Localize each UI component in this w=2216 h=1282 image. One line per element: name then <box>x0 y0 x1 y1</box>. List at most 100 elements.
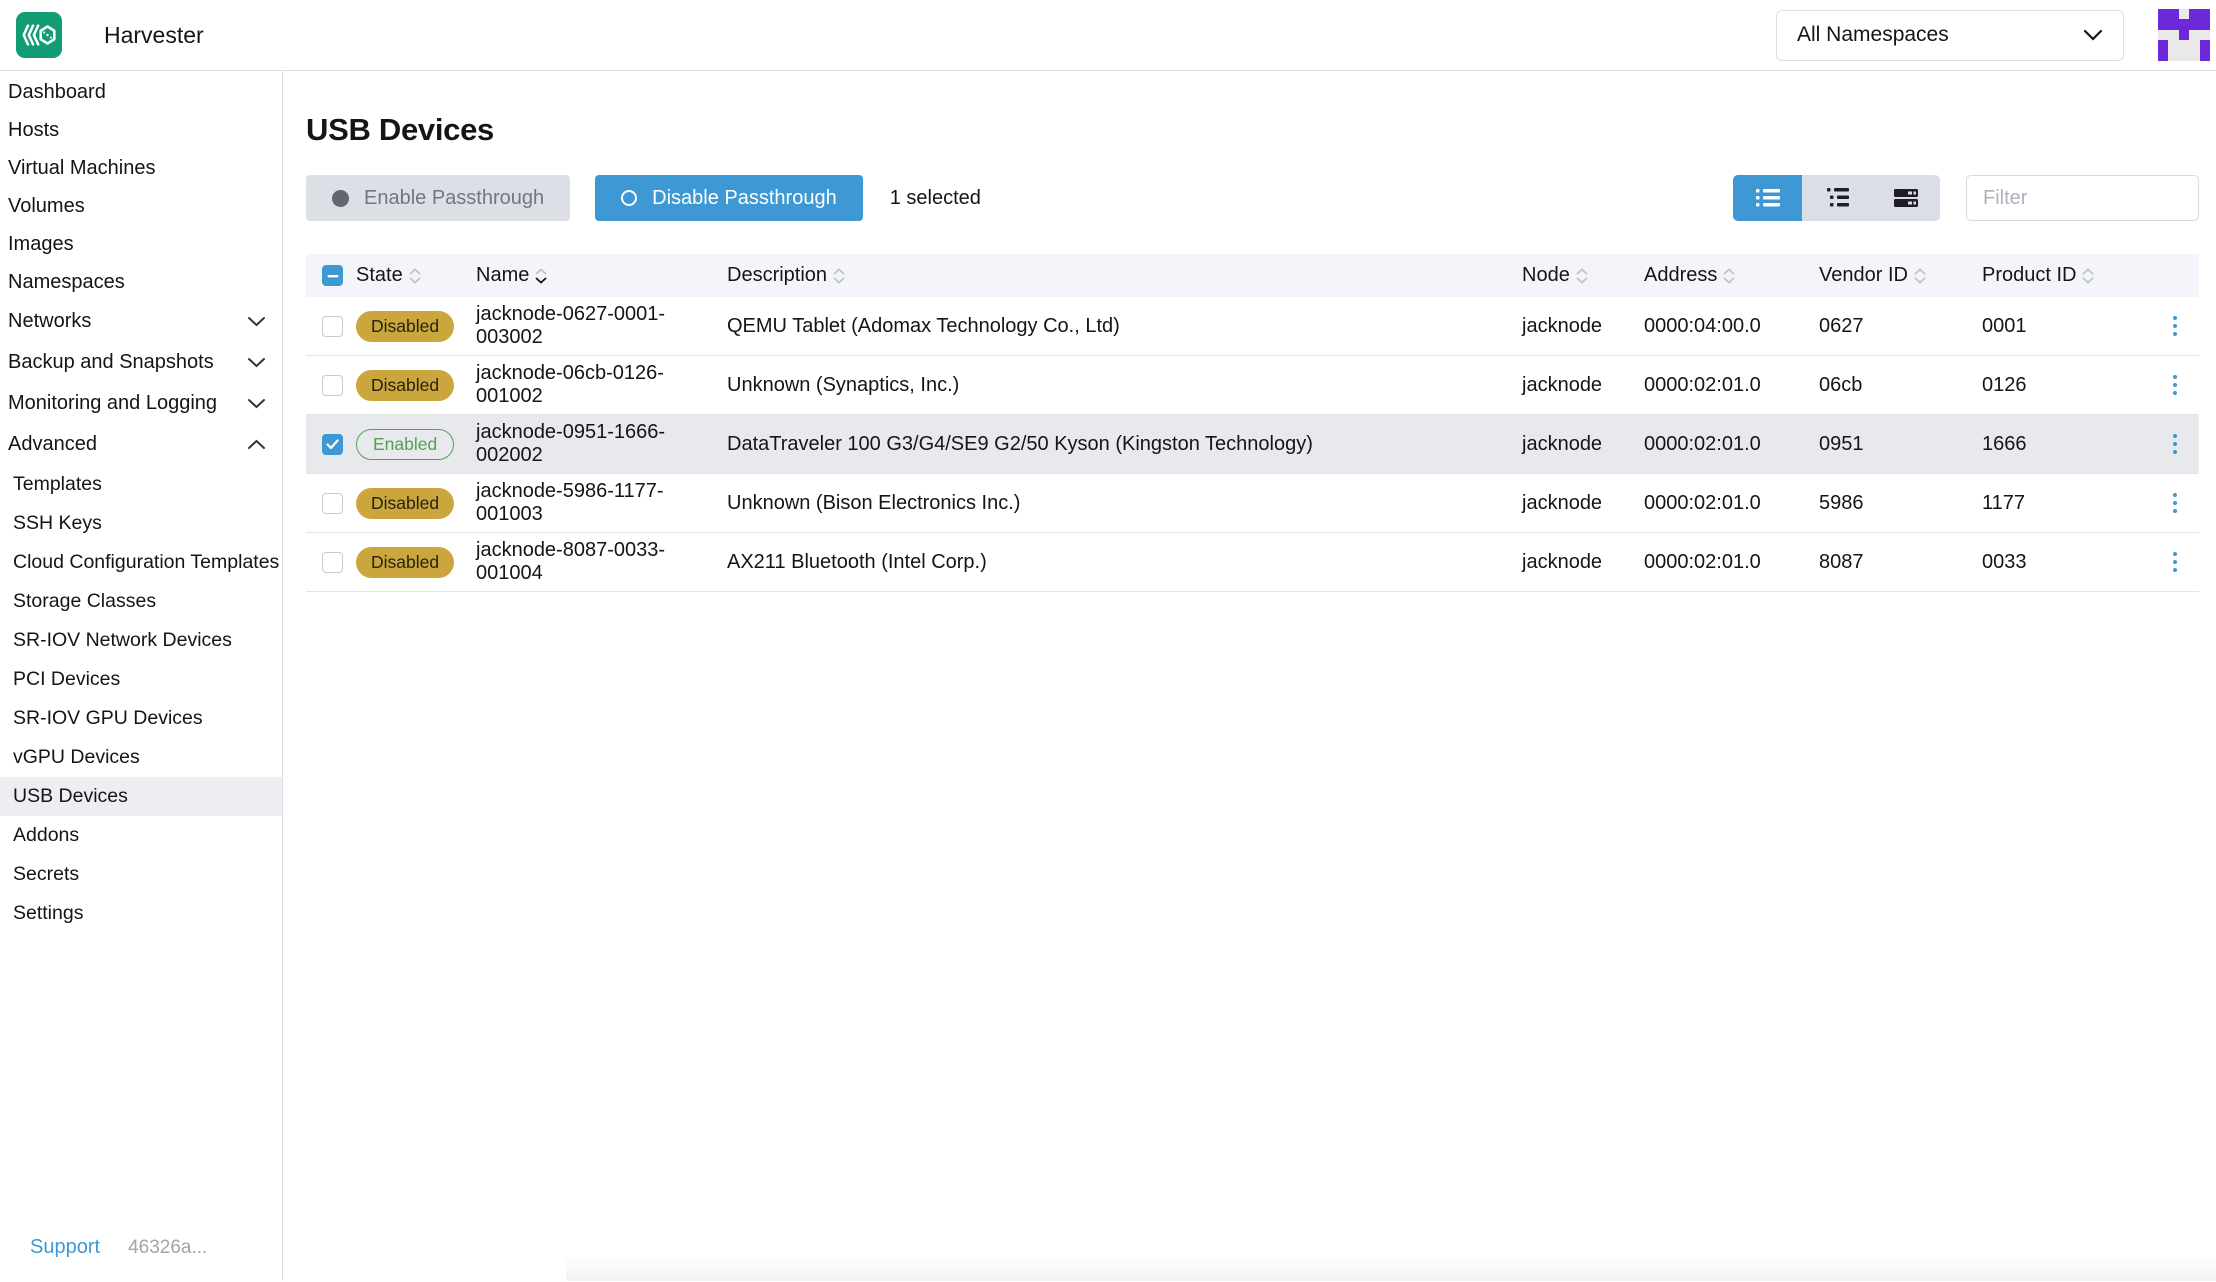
sidebar-item-secrets[interactable]: Secrets <box>0 855 282 894</box>
view-mode-toggle <box>1733 175 1940 221</box>
sidebar-item-sr-iov-gpu-devices[interactable]: SR-IOV GPU Devices <box>0 699 282 738</box>
column-header-vendor-id[interactable]: Vendor ID <box>1819 264 1982 287</box>
row-actions-menu-button[interactable] <box>2173 316 2184 337</box>
sidebar-item-templates[interactable]: Templates <box>0 465 282 504</box>
row-actions-menu-button[interactable] <box>2173 552 2184 573</box>
chevron-down-icon <box>247 357 266 368</box>
top-bar: Harvester All Namespaces <box>0 0 2216 71</box>
selected-count: 1 selected <box>890 187 981 210</box>
scroll-fade <box>566 1255 2216 1281</box>
sidebar-item-advanced[interactable]: Advanced <box>0 424 282 465</box>
namespace-selector-value: All Namespaces <box>1797 23 1949 47</box>
disable-passthrough-button[interactable]: Disable Passthrough <box>595 175 863 221</box>
state-badge: Enabled <box>356 429 454 460</box>
sidebar-item-vgpu-devices[interactable]: vGPU Devices <box>0 738 282 777</box>
sort-icon <box>1576 268 1588 284</box>
column-header-product-id[interactable]: Product ID <box>1982 264 2150 287</box>
row-actions-menu-button[interactable] <box>2173 434 2184 455</box>
support-link[interactable]: Support <box>30 1236 100 1259</box>
namespace-selector[interactable]: All Namespaces <box>1776 10 2124 61</box>
sort-icon <box>535 268 547 284</box>
sidebar-item-monitoring-and-logging[interactable]: Monitoring and Logging <box>0 383 282 424</box>
column-header-address[interactable]: Address <box>1644 264 1819 287</box>
chevron-down-icon <box>247 398 266 409</box>
row-actions-menu-button[interactable] <box>2173 493 2184 514</box>
list-icon <box>1756 188 1780 208</box>
sidebar-item-volumes[interactable]: Volumes <box>0 187 282 225</box>
outline-circle-icon <box>621 190 637 206</box>
cell-vendor-id: 0951 <box>1819 433 1982 456</box>
sidebar-item-networks[interactable]: Networks <box>0 301 282 342</box>
cell-node: jacknode <box>1522 374 1644 397</box>
sidebar: DashboardHostsVirtual MachinesVolumesIma… <box>0 71 283 1281</box>
main-content: USB Devices Enable Passthrough Disable P… <box>283 71 2216 1281</box>
sidebar-item-backup-and-snapshots[interactable]: Backup and Snapshots <box>0 342 282 383</box>
column-header-name[interactable]: Name <box>476 264 727 287</box>
sidebar-item-namespaces[interactable]: Namespaces <box>0 263 282 301</box>
chevron-down-icon <box>247 316 266 327</box>
sidebar-item-settings[interactable]: Settings <box>0 894 282 933</box>
row-checkbox[interactable] <box>322 316 343 337</box>
cell-description: AX211 Bluetooth (Intel Corp.) <box>727 551 1522 574</box>
card-view-button[interactable] <box>1871 175 1940 221</box>
sidebar-item-sr-iov-network-devices[interactable]: SR-IOV Network Devices <box>0 621 282 660</box>
cell-description: Unknown (Bison Electronics Inc.) <box>727 492 1522 515</box>
table-header-row: State Name Description Node Address Vend… <box>306 254 2199 297</box>
sidebar-item-virtual-machines[interactable]: Virtual Machines <box>0 149 282 187</box>
cell-product-id: 0126 <box>1982 374 2150 397</box>
state-badge: Disabled <box>356 370 454 401</box>
sort-icon <box>409 268 421 284</box>
usb-devices-table: State Name Description Node Address Vend… <box>306 254 2199 592</box>
harvester-logo-icon <box>16 12 62 58</box>
cell-product-id: 0033 <box>1982 551 2150 574</box>
table-row[interactable]: Disabled jacknode-5986-1177-001003Unknown… <box>306 474 2199 533</box>
sidebar-item-hosts[interactable]: Hosts <box>0 111 282 149</box>
sidebar-item-cloud-configuration-templates[interactable]: Cloud Configuration Templates <box>0 543 282 582</box>
sort-icon <box>1914 268 1926 284</box>
sidebar-footer: Support 46326a... <box>0 1236 282 1281</box>
select-all-checkbox[interactable] <box>322 265 343 286</box>
sidebar-item-dashboard[interactable]: Dashboard <box>0 73 282 111</box>
cell-name: jacknode-5986-1177-001003 <box>476 480 727 526</box>
cell-product-id: 1177 <box>1982 492 2150 515</box>
column-header-state[interactable]: State <box>356 264 476 287</box>
cell-node: jacknode <box>1522 433 1644 456</box>
filter-input[interactable] <box>1966 175 2199 221</box>
cell-name: jacknode-06cb-0126-001002 <box>476 362 727 408</box>
card-view-icon <box>1894 188 1918 208</box>
row-actions-menu-button[interactable] <box>2173 375 2184 396</box>
table-row[interactable]: Disabled jacknode-06cb-0126-001002Unknown… <box>306 356 2199 415</box>
user-avatar-identicon[interactable] <box>2158 9 2210 61</box>
row-checkbox[interactable] <box>322 434 343 455</box>
column-header-node[interactable]: Node <box>1522 264 1644 287</box>
state-badge: Disabled <box>356 311 454 342</box>
sidebar-item-ssh-keys[interactable]: SSH Keys <box>0 504 282 543</box>
cell-address: 0000:02:01.0 <box>1644 551 1819 574</box>
cell-address: 0000:04:00.0 <box>1644 315 1819 338</box>
cell-node: jacknode <box>1522 551 1644 574</box>
cell-description: Unknown (Synaptics, Inc.) <box>727 374 1522 397</box>
enable-passthrough-button[interactable]: Enable Passthrough <box>306 175 570 221</box>
cell-address: 0000:02:01.0 <box>1644 433 1819 456</box>
state-badge: Disabled <box>356 488 454 519</box>
sidebar-item-addons[interactable]: Addons <box>0 816 282 855</box>
grouped-list-view-button[interactable] <box>1802 175 1871 221</box>
cell-vendor-id: 8087 <box>1819 551 1982 574</box>
row-checkbox[interactable] <box>322 375 343 396</box>
chevron-up-icon <box>247 439 266 450</box>
cell-description: DataTraveler 100 G3/G4/SE9 G2/50 Kyson (… <box>727 433 1522 456</box>
list-view-button[interactable] <box>1733 175 1802 221</box>
column-header-description[interactable]: Description <box>727 264 1522 287</box>
table-row[interactable]: Disabledjacknode-0627-0001-003002QEMU Ta… <box>306 297 2199 356</box>
table-row[interactable]: Enabledjacknode-0951-1666-002002DataTrav… <box>306 415 2199 474</box>
sidebar-item-usb-devices[interactable]: USB Devices <box>0 777 282 816</box>
row-checkbox[interactable] <box>322 552 343 573</box>
cell-address: 0000:02:01.0 <box>1644 374 1819 397</box>
sidebar-item-pci-devices[interactable]: PCI Devices <box>0 660 282 699</box>
sort-icon <box>1723 268 1735 284</box>
row-checkbox[interactable] <box>322 493 343 514</box>
table-row[interactable]: Disabledjacknode-8087-0033-001004AX211 B… <box>306 533 2199 592</box>
cell-vendor-id: 0627 <box>1819 315 1982 338</box>
sidebar-item-images[interactable]: Images <box>0 225 282 263</box>
sidebar-item-storage-classes[interactable]: Storage Classes <box>0 582 282 621</box>
